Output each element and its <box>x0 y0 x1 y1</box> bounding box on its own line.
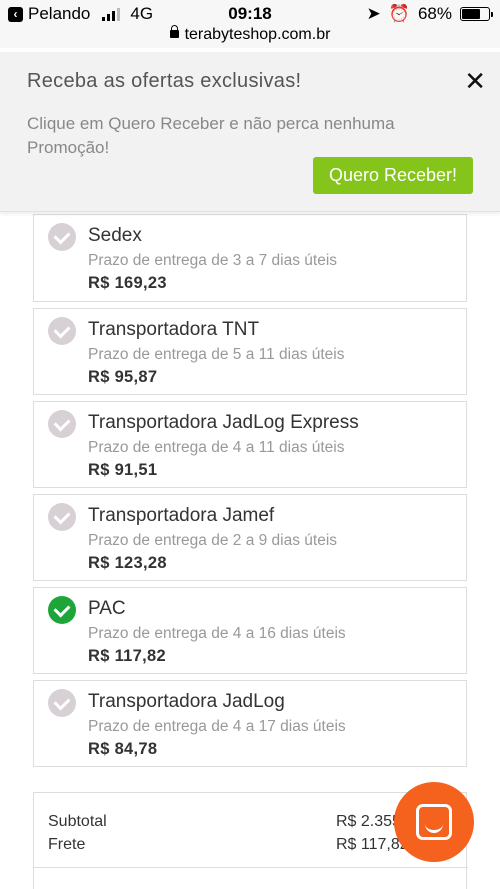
quero-receber-button[interactable]: Quero Receber! <box>313 157 473 194</box>
shipping-option[interactable]: Sedex Prazo de entrega de 3 a 7 dias úte… <box>33 214 467 302</box>
url-bar[interactable]: terabyteshop.com.br <box>0 25 500 48</box>
shipping-option[interactable]: PAC Prazo de entrega de 4 a 16 dias útei… <box>33 587 467 674</box>
check-circle-icon[interactable] <box>48 596 76 624</box>
shipping-name: PAC <box>88 598 126 619</box>
shipping-options-list: Sedex Prazo de entrega de 3 a 7 dias úte… <box>33 214 467 773</box>
check-circle-icon[interactable] <box>48 503 76 531</box>
shipping-option[interactable]: Transportadora JadLog Prazo de entrega d… <box>33 680 467 767</box>
shipping-price: R$ 91,51 <box>88 461 158 479</box>
lock-icon <box>169 25 179 38</box>
check-circle-icon[interactable] <box>48 317 76 345</box>
status-bar: ‹ Pelando 4G 09:18 ➤ ⏰ 68% <box>0 0 500 26</box>
shipping-option[interactable]: Transportadora Jamef Prazo de entrega de… <box>33 494 467 581</box>
subtotal-label: Subtotal <box>48 813 107 830</box>
shipping-price: R$ 95,87 <box>88 368 158 386</box>
promo-title: Receba as ofertas exclusivas! <box>27 70 302 92</box>
shipping-name: Transportadora TNT <box>88 319 260 340</box>
status-right: ➤ ⏰ 68% <box>366 4 493 24</box>
alarm-icon: ⏰ <box>388 4 410 23</box>
location-icon: ➤ <box>366 4 381 23</box>
check-circle-icon[interactable] <box>48 410 76 438</box>
promo-text: Clique em Quero Receber e não perca nenh… <box>27 114 395 157</box>
shipping-name: Transportadora Jamef <box>88 505 275 526</box>
battery-percent: 68% <box>417 4 452 23</box>
shipping-price: R$ 123,28 <box>88 554 167 572</box>
shipping-option[interactable]: Transportadora TNT Prazo de entrega de 5… <box>33 308 467 395</box>
shipping-price: R$ 169,23 <box>88 274 167 292</box>
shipping-option[interactable]: Transportadora JadLog Express Prazo de e… <box>33 401 467 488</box>
shipping-time: Prazo de entrega de 4 a 16 dias úteis <box>88 625 346 642</box>
chat-button[interactable] <box>394 782 474 862</box>
battery-icon <box>460 7 493 21</box>
frete-label: Frete <box>48 836 86 853</box>
check-circle-icon[interactable] <box>48 223 76 251</box>
summary-divider <box>34 867 468 868</box>
shipping-name: Transportadora JadLog <box>88 691 285 712</box>
chat-smile-icon <box>416 804 452 840</box>
close-icon[interactable]: ✕ <box>464 68 486 94</box>
frete-row: Frete R$ 117,82 <box>48 836 458 854</box>
shipping-name: Sedex <box>88 225 142 246</box>
check-circle-icon[interactable] <box>48 689 76 717</box>
shipping-price: R$ 117,82 <box>88 647 166 665</box>
shipping-time: Prazo de entrega de 2 a 9 dias úteis <box>88 532 338 549</box>
shipping-time: Prazo de entrega de 3 a 7 dias úteis <box>88 252 338 269</box>
shipping-name: Transportadora JadLog Express <box>88 412 359 433</box>
subtotal-value: R$ 2.355 <box>336 813 401 830</box>
battery-fill <box>462 9 480 19</box>
shipping-time: Prazo de entrega de 4 a 17 dias úteis <box>88 718 346 735</box>
shipping-time: Prazo de entrega de 4 a 11 dias úteis <box>88 439 345 456</box>
shipping-price: R$ 84,78 <box>88 740 158 758</box>
shipping-time: Prazo de entrega de 5 a 11 dias úteis <box>88 346 345 363</box>
url-domain[interactable]: terabyteshop.com.br <box>185 26 331 43</box>
